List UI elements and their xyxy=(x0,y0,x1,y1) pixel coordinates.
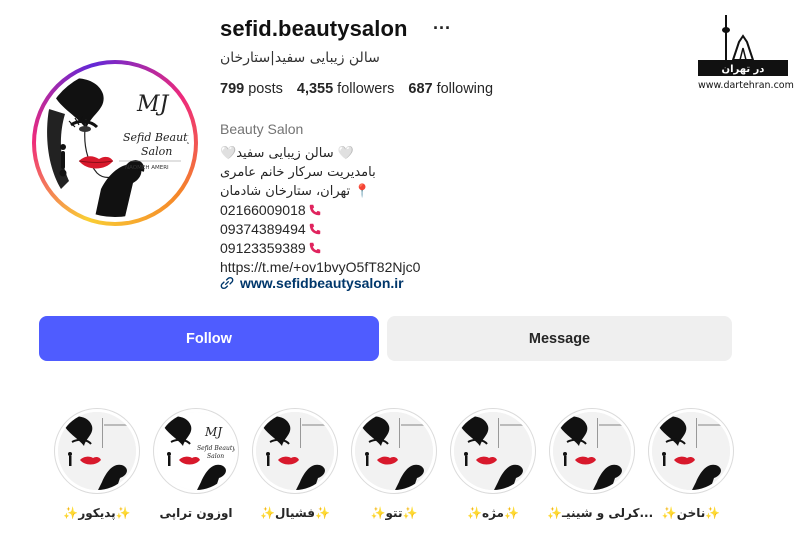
website-text: www.sefidbeautysalon.ir xyxy=(240,275,404,291)
profile-full-name: سالن زیبایی سفید|ستارخان xyxy=(220,50,380,66)
profile-bio: 🤍سالن زیبایی سفید 🤍 بامدیریت سرکار خانم … xyxy=(220,144,460,277)
bio-phone: 09123359389 xyxy=(220,240,306,256)
highlight-item[interactable]: ✨کرلی و شینیـ... xyxy=(547,408,654,520)
following-label: following xyxy=(436,81,494,97)
avatar-inner: MJ Sefid Beauty Salon NAOMEH AMERI xyxy=(36,64,194,222)
highlight-cover-icon xyxy=(355,412,433,490)
highlight-cover xyxy=(652,412,730,490)
message-button[interactable]: Message xyxy=(387,316,732,361)
bio-phone: 09374389494 xyxy=(220,221,306,237)
profile-avatar[interactable]: MJ Sefid Beauty Salon NAOMEH AMERI xyxy=(32,60,198,226)
highlight-ring xyxy=(648,408,734,494)
highlight-cover-icon xyxy=(58,412,136,490)
phone-icon xyxy=(309,223,320,235)
bio-phone: 02166009018 xyxy=(220,202,306,218)
link-icon xyxy=(220,276,234,290)
highlight-ring xyxy=(54,408,140,494)
highlight-cover xyxy=(454,412,532,490)
highlight-label: ✨پدیکور✨ xyxy=(63,506,131,520)
highlight-ring xyxy=(351,408,437,494)
bio-phone-line: 09123359389 xyxy=(220,239,460,258)
watermark-brand: در تهران xyxy=(722,64,765,75)
highlight-label: ✨فشیال✨ xyxy=(260,506,330,520)
highlight-cover-icon xyxy=(256,412,334,490)
highlight-cover-icon: MJ Sefid BeautySalon xyxy=(157,412,235,490)
avatar-image: MJ Sefid Beauty Salon NAOMEH AMERI xyxy=(41,69,189,217)
follow-button[interactable]: Follow xyxy=(39,316,379,361)
bio-line: 🤍سالن زیبایی سفید 🤍 xyxy=(220,146,354,161)
highlight-ring xyxy=(252,408,338,494)
profile-username: sefid.beautysalon xyxy=(220,16,408,41)
more-options-icon[interactable]: ··· xyxy=(433,18,451,39)
svg-text:Salon: Salon xyxy=(207,453,224,460)
highlight-label: اوزون تراپی xyxy=(159,506,233,520)
highlight-cover xyxy=(256,412,334,490)
posts-count: 799 xyxy=(220,81,245,97)
following-count: 687 xyxy=(408,81,433,97)
avatar-line1: Sefid Beauty xyxy=(123,131,189,144)
highlight-ring xyxy=(549,408,635,494)
highlight-item[interactable]: ✨ناخن✨ xyxy=(646,408,736,520)
highlight-ring xyxy=(450,408,536,494)
svg-text:Sefid Beauty: Sefid Beauty xyxy=(197,445,235,452)
watermark-url: www.dartehran.com xyxy=(698,80,794,91)
highlight-label: ✨تتو✨ xyxy=(370,506,418,520)
website-link[interactable]: www.sefidbeautysalon.ir xyxy=(220,275,404,291)
highlight-cover: MJ Sefid Beauty Salon xyxy=(157,412,235,490)
posts-label: posts xyxy=(248,81,283,97)
followers-label: followers xyxy=(337,81,395,97)
followers-count: 4,355 xyxy=(296,81,334,97)
highlight-item[interactable]: MJ Sefid Beauty Salon اوزون تراپی xyxy=(151,408,241,520)
following-stat[interactable]: 687 following xyxy=(408,81,493,97)
highlight-label: ✨مژه✨ xyxy=(467,506,519,520)
highlight-cover-icon xyxy=(454,412,532,490)
highlight-ring: MJ Sefid Beauty Salon xyxy=(153,408,239,494)
highlight-cover xyxy=(58,412,136,490)
highlight-item[interactable]: ✨مژه✨ xyxy=(448,408,538,520)
highlight-item[interactable]: ✨تتو✨ xyxy=(349,408,439,520)
posts-stat[interactable]: 799 posts xyxy=(220,81,283,97)
avatar-line2: Salon xyxy=(141,145,172,158)
highlight-cover xyxy=(355,412,433,490)
highlight-cover-icon xyxy=(553,412,631,490)
highlight-cover xyxy=(553,412,631,490)
highlight-label: ✨کرلی و شینیـ... xyxy=(547,506,654,520)
highlight-item[interactable]: ✨پدیکور✨ xyxy=(52,408,142,520)
bio-phone-line: 02166009018 xyxy=(220,201,460,220)
followers-stat[interactable]: 4,355 followers xyxy=(297,81,395,97)
avatar-illustration: MJ Sefid Beauty Salon NAOMEH AMERI xyxy=(41,69,189,217)
avatar-monogram: MJ xyxy=(136,92,170,117)
svg-text:MJ: MJ xyxy=(204,425,223,439)
bio-line: بامدیریت سرکار خانم عامری xyxy=(220,165,376,180)
phone-icon xyxy=(309,204,320,216)
highlight-label: ✨ناخن✨ xyxy=(661,506,721,520)
bio-line: تهران، ستارخان شادمان 📍 xyxy=(220,184,371,199)
highlight-cover-icon xyxy=(652,412,730,490)
highlight-item[interactable]: ✨فشیال✨ xyxy=(250,408,340,520)
bio-phone-line: 09374389494 xyxy=(220,220,460,239)
profile-stats: 799 posts 4,355 followers 687 following xyxy=(220,81,493,97)
profile-category: Beauty Salon xyxy=(220,121,304,137)
avatar-line3: NAOMEH AMERI xyxy=(125,165,169,171)
phone-icon xyxy=(309,242,320,254)
